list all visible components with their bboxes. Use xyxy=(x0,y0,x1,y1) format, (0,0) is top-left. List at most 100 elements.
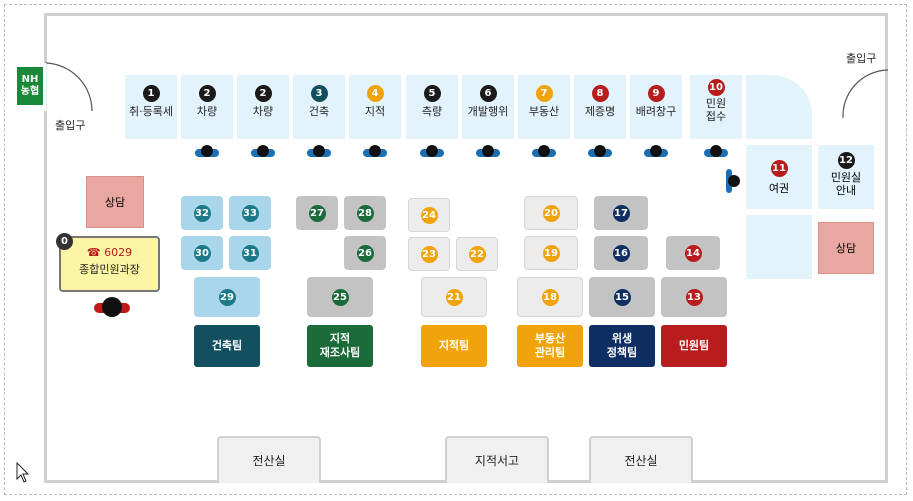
window-number-badge: 6 xyxy=(479,85,497,102)
desk-23[interactable]: 23 xyxy=(408,237,450,271)
desk-24[interactable]: 24 xyxy=(408,198,450,232)
window-number-badge: 12 xyxy=(837,152,855,169)
desk-number-badge: 24 xyxy=(420,206,438,224)
service-window[interactable]: 3 건축 xyxy=(293,75,345,139)
desk-13[interactable]: 13 xyxy=(661,277,727,317)
staff-icon xyxy=(363,145,387,157)
desk-22[interactable]: 22 xyxy=(456,237,498,271)
desk-number-badge: 32 xyxy=(193,204,211,222)
staff-icon xyxy=(588,145,612,157)
service-window[interactable]: 5 측량 xyxy=(406,75,458,139)
desk-number-badge: 27 xyxy=(308,204,326,222)
staff-icon xyxy=(532,145,556,157)
desk-number-badge: 25 xyxy=(331,288,349,306)
service-window[interactable]: 7 부동산 xyxy=(518,75,570,139)
desk-number-badge: 20 xyxy=(542,204,560,222)
manager-title: 종합민원과장 xyxy=(79,263,140,276)
service-window[interactable]: 6 개발행위 xyxy=(462,75,514,139)
team-label-realestate: 부동산 관리팀 xyxy=(517,325,583,367)
staff-icon xyxy=(726,169,740,193)
window-number-badge: 1 xyxy=(142,85,160,102)
desk-number-badge: 15 xyxy=(613,288,631,306)
desk-26[interactable]: 26 xyxy=(344,236,386,270)
manager-card[interactable]: ☎ 6029 종합민원과장 xyxy=(59,236,160,292)
staff-icon xyxy=(195,145,219,157)
right-door-icon xyxy=(842,69,889,119)
window-label: 제증명 xyxy=(584,105,616,118)
window-label: 여권 xyxy=(768,182,790,195)
consult-right[interactable]: 상담 xyxy=(818,222,874,274)
nh-bank-badge: NH 농협 xyxy=(17,67,43,105)
desk-number-badge: 18 xyxy=(541,288,559,306)
window-label: 개발행위 xyxy=(467,105,509,118)
window-number-badge: 3 xyxy=(310,85,328,102)
left-entrance-label: 출입구 xyxy=(55,119,86,132)
desk-number-badge: 30 xyxy=(193,244,211,262)
service-window[interactable]: 9 배려창구 xyxy=(630,75,682,139)
desk-30[interactable]: 30 xyxy=(181,236,223,270)
window-label: 부동산 xyxy=(528,105,560,118)
team-label-civil: 민원팀 xyxy=(661,325,727,367)
window-number-badge: 2 xyxy=(254,85,272,102)
staff-icon xyxy=(307,145,331,157)
window-label: 건축 xyxy=(308,105,330,118)
desk-32[interactable]: 32 xyxy=(181,196,223,230)
desk-number-badge: 33 xyxy=(241,204,259,222)
desk-number-badge: 17 xyxy=(612,204,630,222)
window-number-badge: 9 xyxy=(647,85,665,102)
team-label-hygiene: 위생 정책팀 xyxy=(589,325,655,367)
desk-33[interactable]: 33 xyxy=(229,196,271,230)
desk-18[interactable]: 18 xyxy=(517,277,583,317)
desk-number-badge: 29 xyxy=(218,288,236,306)
desk-19[interactable]: 19 xyxy=(524,236,578,270)
consult-left[interactable]: 상담 xyxy=(86,176,144,228)
desk-number-badge: 23 xyxy=(420,245,438,263)
desk-20[interactable]: 20 xyxy=(524,196,578,230)
room-computer-2[interactable]: 전산실 xyxy=(589,436,693,483)
desk-number-badge: 26 xyxy=(356,244,374,262)
desk-number-badge: 31 xyxy=(241,244,259,262)
window-label: 측량 xyxy=(421,105,443,118)
desk-number-badge: 16 xyxy=(612,244,630,262)
window-number-badge: 5 xyxy=(423,85,441,102)
service-window[interactable]: 10 민원 접수 xyxy=(690,75,742,139)
manager-number-badge: 0 xyxy=(56,233,73,250)
window-label: 지적 xyxy=(364,105,386,118)
window-label: 차량 xyxy=(252,105,274,118)
desk-17[interactable]: 17 xyxy=(594,196,648,230)
service-window[interactable]: 4 지적 xyxy=(349,75,401,139)
desk-25[interactable]: 25 xyxy=(307,277,373,317)
staff-icon xyxy=(476,145,500,157)
service-window[interactable]: 1 취·등록세 xyxy=(125,75,177,139)
side-counter-blank xyxy=(746,215,812,279)
desk-number-badge: 14 xyxy=(684,244,702,262)
window-number-badge: 7 xyxy=(535,85,553,102)
manager-phone: ☎ 6029 xyxy=(86,246,133,259)
desk-28[interactable]: 28 xyxy=(344,196,386,230)
team-label-cadastral: 지적팀 xyxy=(421,325,487,367)
desk-number-badge: 19 xyxy=(542,244,560,262)
side-window-passport[interactable]: 11 여권 xyxy=(746,145,812,209)
desk-21[interactable]: 21 xyxy=(421,277,487,317)
service-window[interactable]: 2 차량 xyxy=(237,75,289,139)
desk-27[interactable]: 27 xyxy=(296,196,338,230)
side-window-info[interactable]: 12 민원실 안내 xyxy=(818,145,874,209)
room-computer-1[interactable]: 전산실 xyxy=(217,436,321,483)
left-door-icon xyxy=(44,62,93,112)
desk-31[interactable]: 31 xyxy=(229,236,271,270)
desk-14[interactable]: 14 xyxy=(666,236,720,270)
service-window[interactable]: 2 차량 xyxy=(181,75,233,139)
desk-number-badge: 28 xyxy=(356,204,374,222)
window-label: 차량 xyxy=(196,105,218,118)
window-label: 배려창구 xyxy=(635,105,677,118)
desk-16[interactable]: 16 xyxy=(594,236,648,270)
desk-number-badge: 22 xyxy=(468,245,486,263)
mouse-cursor-icon xyxy=(16,462,30,483)
desk-number-badge: 21 xyxy=(445,288,463,306)
room-cadastral-archive[interactable]: 지적서고 xyxy=(445,436,549,483)
service-window[interactable]: 8 제증명 xyxy=(574,75,626,139)
desk-15[interactable]: 15 xyxy=(589,277,655,317)
manager-person-icon xyxy=(94,297,130,317)
desk-29[interactable]: 29 xyxy=(194,277,260,317)
team-label-cadastral-survey: 지적 재조사팀 xyxy=(307,325,373,367)
